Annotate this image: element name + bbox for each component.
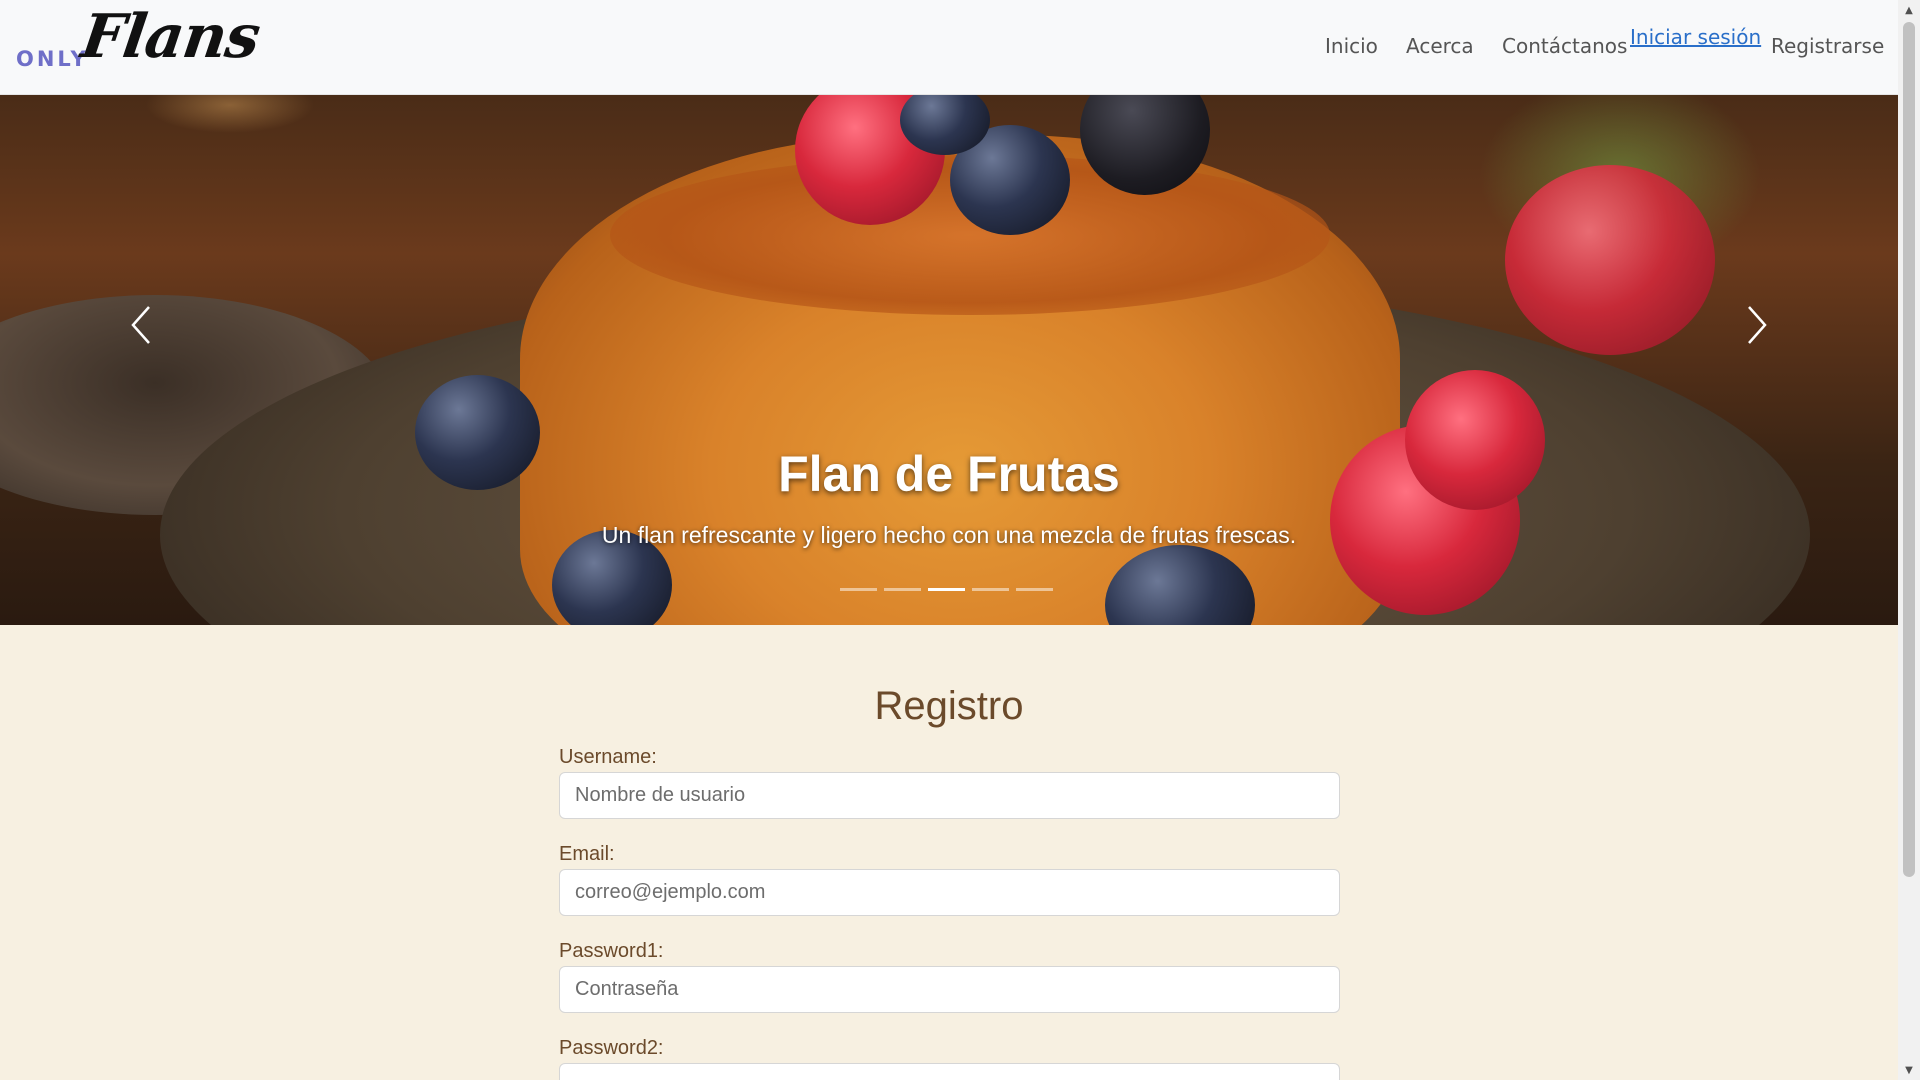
password1-label: Password1:	[559, 940, 664, 962]
brand-flans-text: Flans	[77, 2, 264, 72]
chevron-right-icon	[1748, 306, 1767, 344]
navbar: ONLY Flans Inicio Acerca Contáctanos Ini…	[0, 0, 1898, 95]
nav-link-inicio[interactable]: Inicio	[1325, 34, 1378, 58]
carousel-indicator[interactable]	[972, 588, 1009, 591]
carousel-caption-title: Flan de Frutas	[778, 446, 1120, 502]
nav-link-iniciar-sesion[interactable]: Iniciar sesión	[1630, 25, 1761, 49]
username-input[interactable]	[559, 772, 1340, 819]
page-scrollbar[interactable]: ▲ ▼	[1898, 0, 1920, 1080]
password1-input[interactable]	[559, 966, 1340, 1013]
password2-input[interactable]	[559, 1063, 1340, 1080]
carousel-next-button[interactable]	[1727, 285, 1787, 365]
scrollbar-thumb[interactable]	[1903, 22, 1915, 877]
carousel-indicator[interactable]	[928, 588, 965, 591]
registration-form: Username: Email: Password1: Password2:	[559, 743, 1340, 1080]
carousel-caption-subtitle: Un flan refrescante y ligero hecho con u…	[601, 522, 1297, 548]
nav-link-registrarse[interactable]: Registrarse	[1771, 34, 1884, 58]
nav-link-contactanos[interactable]: Contáctanos	[1502, 34, 1627, 58]
carousel-indicators	[840, 588, 1060, 598]
chevron-left-icon	[131, 306, 150, 344]
brand-logo[interactable]: ONLY Flans	[14, 2, 264, 80]
nav-link-acerca[interactable]: Acerca	[1406, 34, 1474, 58]
carousel-indicator[interactable]	[1016, 588, 1053, 591]
username-label: Username:	[559, 746, 657, 768]
carousel-prev-button[interactable]	[111, 285, 171, 365]
arrow-down-icon[interactable]: ▼	[1898, 1060, 1920, 1080]
email-label: Email:	[559, 843, 615, 865]
password2-label: Password2:	[559, 1037, 664, 1059]
hero-carousel: Flan de Frutas Un flan refrescante y lig…	[0, 95, 1898, 625]
carousel-indicator[interactable]	[884, 588, 921, 591]
email-input[interactable]	[559, 869, 1340, 916]
carousel-image-raspberry	[1505, 165, 1715, 355]
arrow-up-icon[interactable]: ▲	[1898, 0, 1920, 20]
carousel-indicator[interactable]	[840, 588, 877, 591]
form-title: Registro	[874, 684, 1024, 728]
